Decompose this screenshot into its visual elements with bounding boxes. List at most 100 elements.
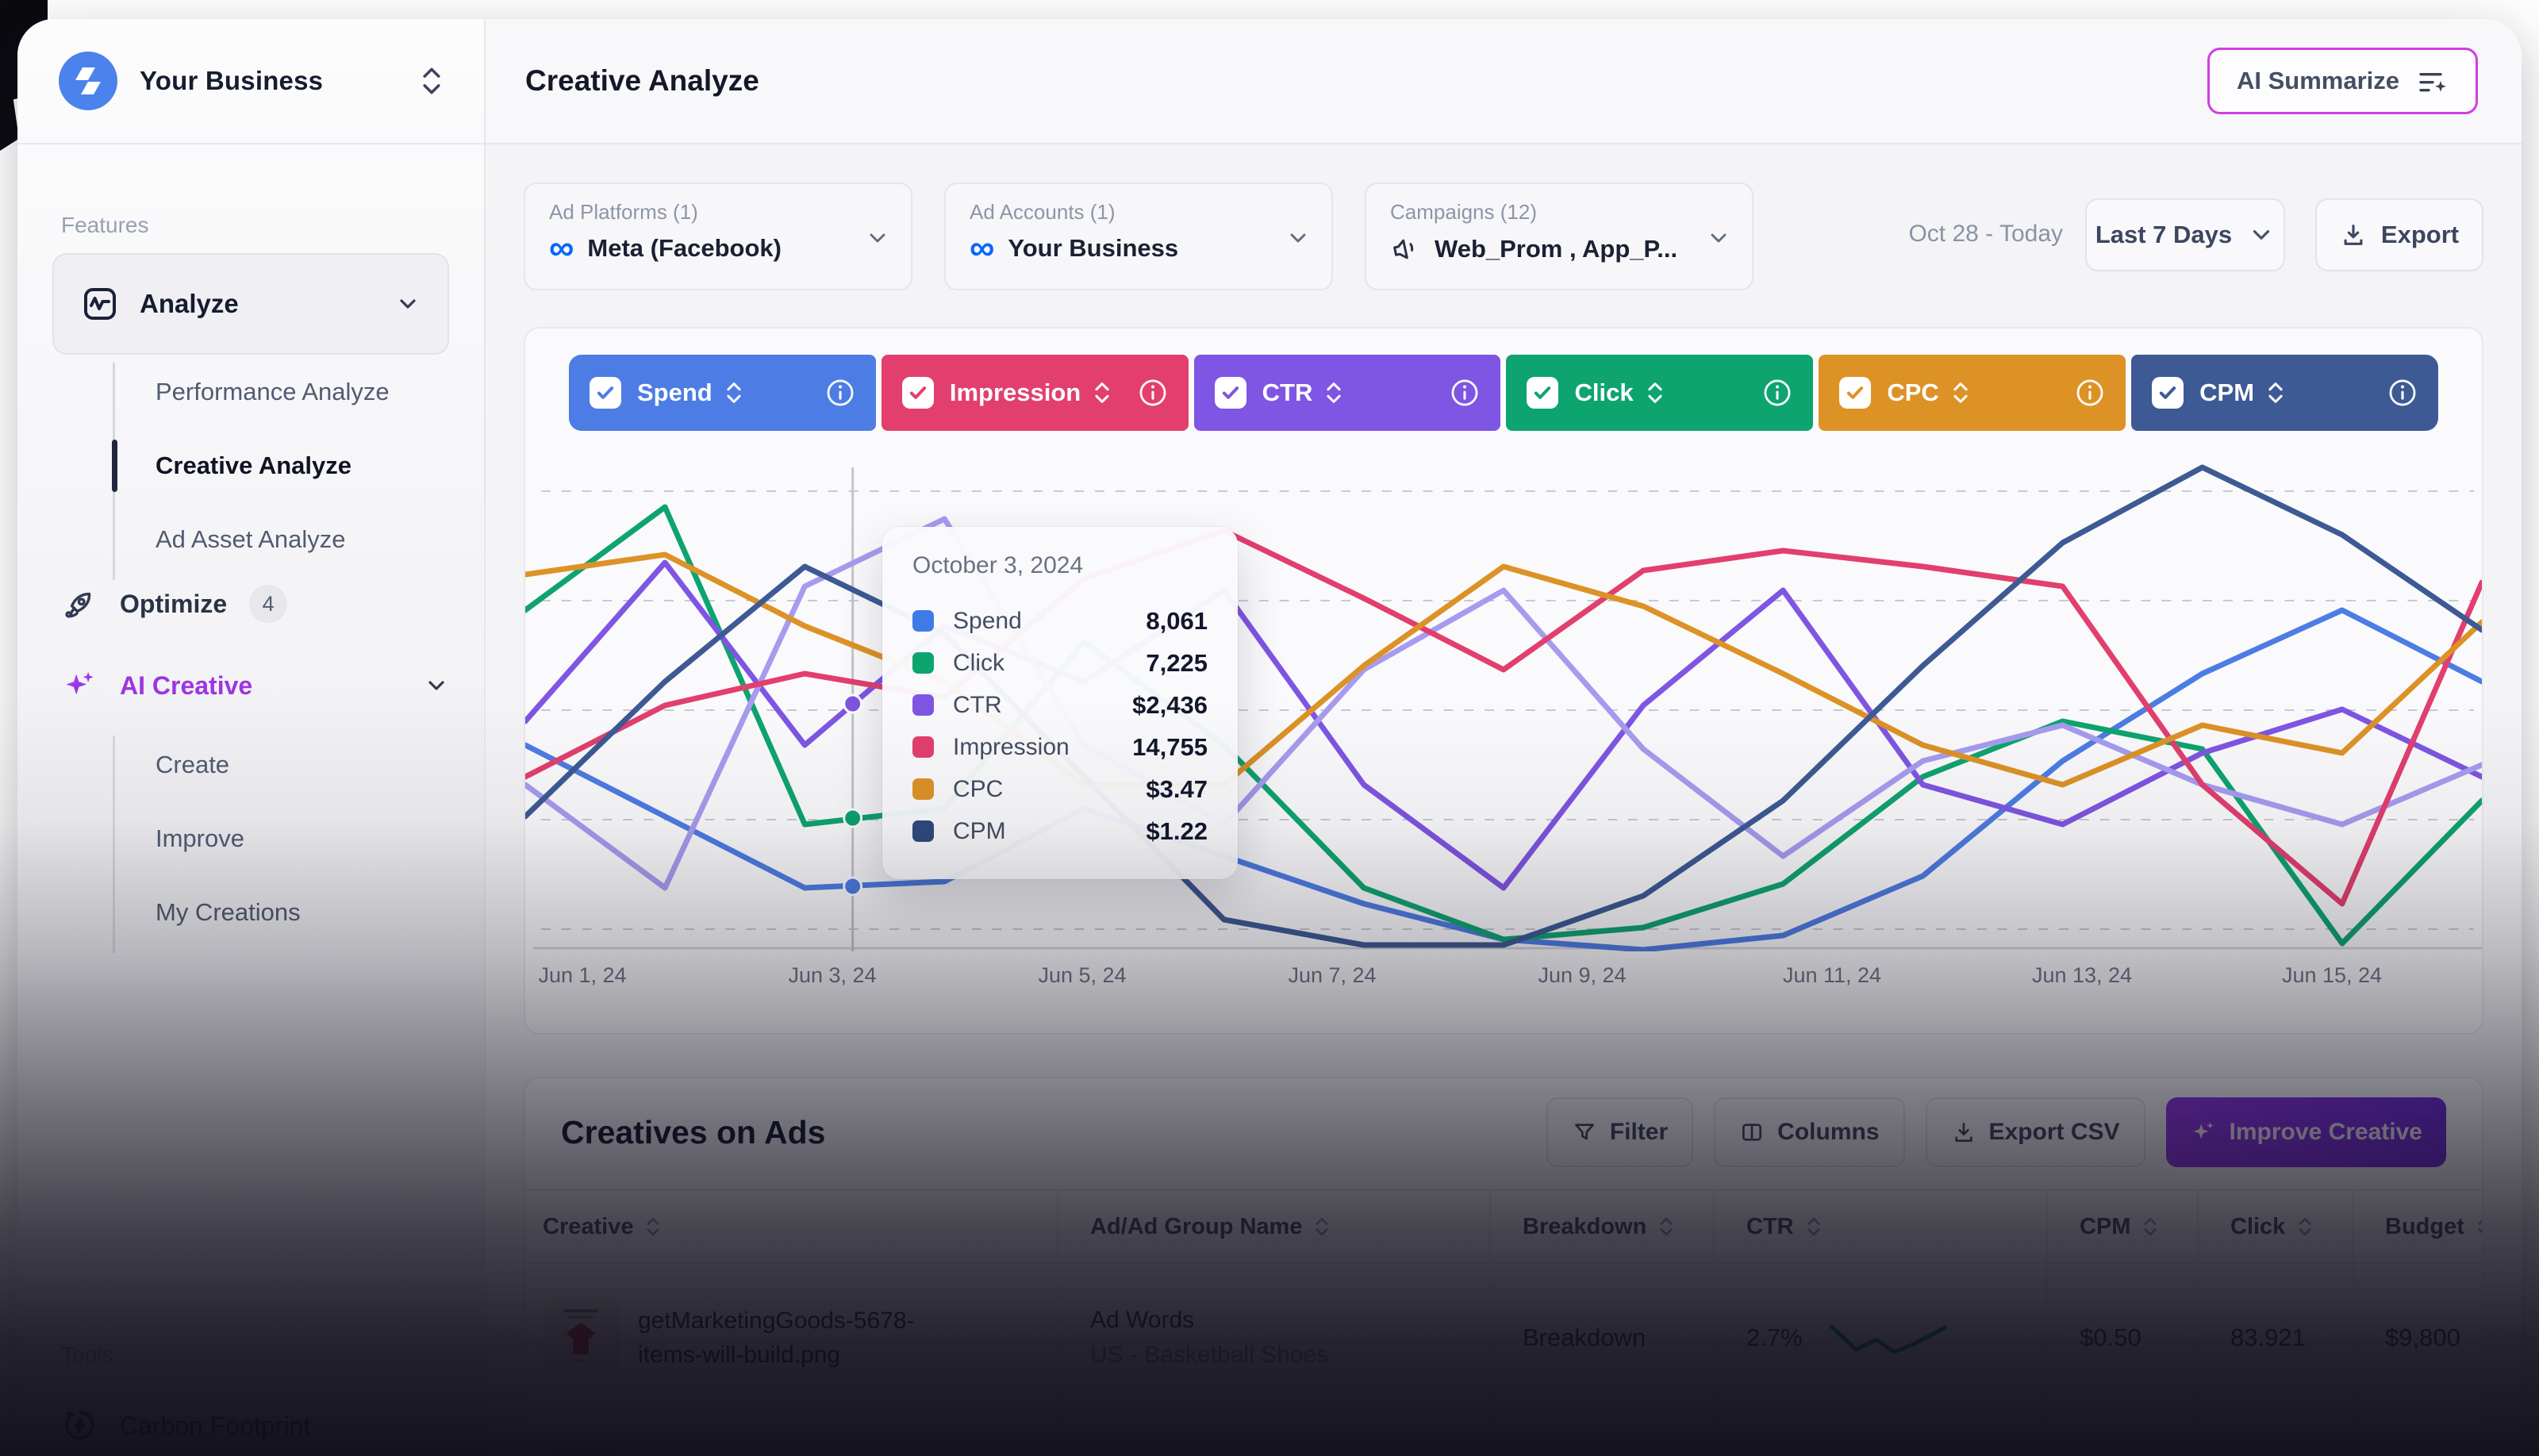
sort-arrows-icon[interactable] — [724, 379, 744, 406]
sidebar-item-analyze[interactable]: Analyze — [52, 253, 449, 355]
column-header-click[interactable]: Click — [2197, 1191, 2352, 1262]
sidebar-item-carbon-footprint[interactable]: Carbon Footprint — [61, 1390, 449, 1456]
column-label: CPM — [2080, 1214, 2130, 1240]
checkbox-checked-icon[interactable] — [2152, 377, 2184, 409]
tooltip-row: CTR$2,436 — [912, 684, 1208, 726]
column-header-creative[interactable]: Creative — [525, 1191, 1057, 1262]
workspace-switcher[interactable]: Your Business — [17, 19, 484, 144]
sort-arrows-icon[interactable] — [1950, 379, 1971, 406]
sort-arrows-icon[interactable] — [1645, 379, 1665, 406]
column-label: Breakdown — [1523, 1214, 1646, 1240]
table-row-partial[interactable] — [525, 1413, 2482, 1456]
checkbox-checked-icon[interactable] — [1527, 377, 1558, 409]
column-header-ad-ad-group-name[interactable]: Ad/Ad Group Name — [1057, 1191, 1489, 1262]
creative-thumbnail — [543, 1449, 619, 1456]
checkbox-checked-icon[interactable] — [902, 377, 934, 409]
metric-toggle-impression[interactable]: Impression — [882, 355, 1189, 431]
download-icon — [2340, 221, 2367, 248]
sidebar-item-ai-creative[interactable]: AI Creative — [61, 650, 449, 721]
ai-summarize-button[interactable]: AI Summarize — [2207, 48, 2478, 114]
tooltip-row: Spend8,061 — [912, 600, 1208, 642]
metric-toggle-spend[interactable]: Spend — [569, 355, 876, 431]
series-line-ctr — [525, 563, 2482, 888]
checkbox-checked-icon[interactable] — [1215, 377, 1246, 409]
export-button[interactable]: Export — [2315, 198, 2483, 271]
carbon-footprint-icon — [61, 1408, 98, 1444]
export-csv-button[interactable]: Export CSV — [1926, 1097, 2145, 1167]
metric-toggle-cpm[interactable]: CPM — [2131, 355, 2438, 431]
dropdown-value: Your Business — [1008, 234, 1178, 263]
series-swatch — [912, 778, 934, 800]
column-header-breakdown[interactable]: Breakdown — [1489, 1191, 1713, 1262]
cpm-cell: $0.50 — [2046, 1264, 2197, 1412]
x-axis-label: Jun 9, 24 — [1538, 963, 1626, 988]
creatives-title: Creatives on Ads — [561, 1114, 1526, 1151]
metric-label: Impression — [950, 378, 1081, 407]
sidebar-item-creative-analyze[interactable]: Creative Analyze — [113, 430, 452, 501]
sort-arrows-icon[interactable] — [1092, 379, 1112, 406]
ctr-cell — [1713, 1413, 2046, 1456]
ad-platforms-dropdown[interactable]: Ad Platforms (1) ∞ Meta (Facebook) — [524, 182, 912, 290]
sidebar-item-my-creations[interactable]: My Creations — [113, 877, 452, 948]
improve-creative-button[interactable]: Improve Creative — [2166, 1097, 2446, 1167]
filter-button[interactable]: Filter — [1546, 1097, 1693, 1167]
ctr-sparkline — [1825, 1316, 1952, 1360]
sidebar-item-improve[interactable]: Improve — [113, 803, 452, 874]
tooltip-date: October 3, 2024 — [912, 552, 1208, 579]
column-header-cpm[interactable]: CPM — [2046, 1191, 2197, 1262]
export-csv-label: Export CSV — [1989, 1119, 2120, 1146]
column-header-ctr[interactable]: CTR — [1713, 1191, 2046, 1262]
info-icon[interactable] — [825, 378, 855, 408]
column-header-budget[interactable]: Budget — [2352, 1191, 2483, 1262]
x-axis-labels: Jun 1, 24Jun 3, 24Jun 5, 24Jun 7, 24Jun … — [525, 963, 2482, 998]
checkbox-checked-icon[interactable] — [590, 377, 621, 409]
sidebar-item-create[interactable]: Create — [113, 729, 452, 801]
info-icon[interactable] — [2387, 378, 2418, 408]
download-icon — [1951, 1120, 1976, 1145]
campaigns-dropdown[interactable]: Campaigns (12) Web_Prom , App_P... — [1365, 182, 1753, 290]
x-axis-label: Jun 7, 24 — [1288, 963, 1376, 988]
series-swatch — [912, 610, 934, 632]
x-axis-label: Jun 11, 24 — [1783, 963, 1881, 988]
chart-card: Spend Impression CTRClick CPC CPM Jun 1, 24J… — [524, 327, 2483, 1035]
rocket-icon — [61, 586, 98, 622]
sparkle-icon — [2190, 1119, 2217, 1146]
sort-arrows-icon[interactable] — [1323, 379, 1344, 406]
series-swatch — [912, 820, 934, 842]
checkbox-checked-icon[interactable] — [1839, 377, 1871, 409]
sort-arrows-icon[interactable] — [2265, 379, 2286, 406]
metric-toggle-cpc[interactable]: CPC — [1819, 355, 2126, 431]
sidebar-item-performance-analyze[interactable]: Performance Analyze — [113, 356, 452, 428]
ad-accounts-dropdown[interactable]: Ad Accounts (1) ∞ Your Business — [944, 182, 1333, 290]
dropdown-label: Ad Platforms (1) — [549, 200, 887, 225]
highlight-dot — [844, 695, 862, 713]
analyze-subnav: Performance Analyze Creative Analyze Ad … — [113, 356, 452, 586]
info-icon[interactable] — [1138, 378, 1168, 408]
metric-toggle-ctr[interactable]: CTR — [1194, 355, 1501, 431]
chevron-down-icon — [424, 673, 449, 698]
info-icon[interactable] — [1450, 378, 1480, 408]
table-row[interactable]: getMarketingGoods-5678- items-will-build… — [525, 1264, 2482, 1413]
creatives-table: CreativeAd/Ad Group NameBreakdownCTRCPMC… — [525, 1189, 2482, 1456]
info-icon[interactable] — [1762, 378, 1792, 408]
metric-label: CPC — [1887, 378, 1938, 407]
series-line-cpm — [525, 467, 2482, 945]
sidebar-item-optimize[interactable]: Optimize 4 — [61, 568, 449, 640]
info-icon[interactable] — [2075, 378, 2105, 408]
column-label: Creative — [543, 1214, 633, 1240]
columns-button[interactable]: Columns — [1714, 1097, 1904, 1167]
ad-group-name: US - Basketball Shoes — [1090, 1338, 1328, 1373]
breakdown-cell: Breakdown — [1489, 1264, 1713, 1412]
ai-creative-subnav: Create Improve My Creations — [113, 729, 452, 959]
workspace-name: Your Business — [140, 66, 417, 96]
metric-toggle-click[interactable]: Click — [1506, 355, 1813, 431]
ctr-value: 2.7% — [1746, 1323, 1803, 1352]
line-chart[interactable] — [525, 444, 2482, 951]
funnel-icon — [1572, 1120, 1597, 1145]
sidebar-item-ad-asset-analyze[interactable]: Ad Asset Analyze — [113, 504, 452, 575]
tooltip-row: CPC$3.47 — [912, 768, 1208, 810]
series-swatch — [912, 694, 934, 716]
period-select-button[interactable]: Last 7 Days — [2085, 198, 2285, 271]
column-label: Ad/Ad Group Name — [1090, 1214, 1302, 1240]
sidebar-item-label: Carbon Footprint — [120, 1412, 310, 1441]
